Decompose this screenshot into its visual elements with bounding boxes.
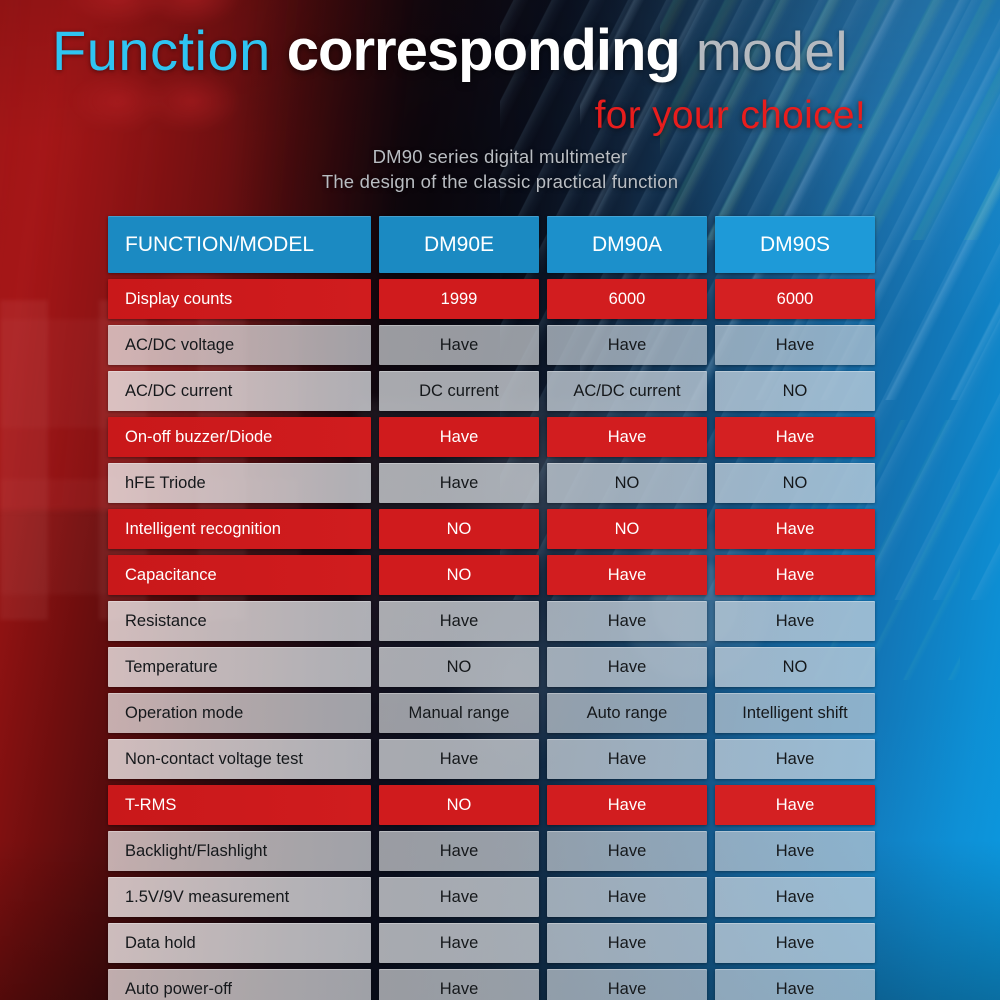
title-word-corresponding: corresponding <box>286 18 681 83</box>
table-row: Non-contact voltage test Have Have Have <box>108 739 877 779</box>
cell-value: Have <box>547 601 707 641</box>
cell-value: 6000 <box>547 279 707 319</box>
cell-value: NO <box>547 463 707 503</box>
table-row: Resistance Have Have Have <box>108 601 877 641</box>
table-row: Display counts 1999 6000 6000 <box>108 279 877 319</box>
tagline-row: for your choice! <box>0 96 866 135</box>
row-label: Capacitance <box>108 555 371 595</box>
page-title: Function corresponding model <box>52 22 952 80</box>
table-row: T-RMS NO Have Have <box>108 785 877 825</box>
column-header-dm90s: DM90S <box>715 216 875 273</box>
cell-value: Have <box>715 785 875 825</box>
cell-value: Have <box>715 877 875 917</box>
cell-value: Have <box>715 923 875 963</box>
table-row: Backlight/Flashlight Have Have Have <box>108 831 877 871</box>
cell-value: Have <box>547 923 707 963</box>
cell-value: NO <box>715 647 875 687</box>
cell-value: Have <box>715 739 875 779</box>
row-label: AC/DC voltage <box>108 325 371 365</box>
subtitle-tagline2: The design of the classic practical func… <box>321 171 679 192</box>
table-body: Display counts 1999 6000 6000 AC/DC voltage H… <box>108 279 877 1000</box>
row-label: T-RMS <box>108 785 371 825</box>
function-comparison-table: FUNCTION/MODEL DM90E DM90A DM90S Display… <box>108 216 877 1000</box>
row-label: Auto power-off <box>108 969 371 1000</box>
cell-value: Have <box>379 463 539 503</box>
cell-value: 6000 <box>715 279 875 319</box>
row-label: Operation mode <box>108 693 371 733</box>
cell-value: NO <box>547 509 707 549</box>
cell-value: Have <box>547 785 707 825</box>
title-word-function: Function <box>52 19 271 82</box>
column-header-dm90e: DM90E <box>379 216 539 273</box>
cell-value: Have <box>715 601 875 641</box>
cell-value: Have <box>547 647 707 687</box>
column-header-dm90a: DM90A <box>547 216 707 273</box>
table-row: hFE Triode Have NO NO <box>108 463 877 503</box>
cell-value: Have <box>715 509 875 549</box>
cell-value: Intelligent shift <box>715 693 875 733</box>
table-row: AC/DC current DC current AC/DC current NO <box>108 371 877 411</box>
cell-value: Have <box>379 739 539 779</box>
table-row: Temperature NO Have NO <box>108 647 877 687</box>
column-header-function: FUNCTION/MODEL <box>108 216 371 273</box>
subtitle-series: DM90 series digital multimeter <box>372 146 628 167</box>
cell-value: Have <box>715 325 875 365</box>
row-label: Non-contact voltage test <box>108 739 371 779</box>
table-row: AC/DC voltage Have Have Have <box>108 325 877 365</box>
cell-value: Have <box>379 969 539 1000</box>
table-row: Capacitance NO Have Have <box>108 555 877 595</box>
cell-value: NO <box>379 509 539 549</box>
cell-value: Have <box>715 417 875 457</box>
cell-value: Have <box>547 969 707 1000</box>
row-label: 1.5V/9V measurement <box>108 877 371 917</box>
row-label: On-off buzzer/Diode <box>108 417 371 457</box>
cell-value: Have <box>379 417 539 457</box>
row-label: Resistance <box>108 601 371 641</box>
cell-value: NO <box>715 463 875 503</box>
table-header-row: FUNCTION/MODEL DM90E DM90A DM90S <box>108 216 877 273</box>
cell-value: NO <box>379 647 539 687</box>
table-row: Auto power-off Have Have Have <box>108 969 877 1000</box>
cell-value: Auto range <box>547 693 707 733</box>
cell-value: AC/DC current <box>547 371 707 411</box>
row-label: AC/DC current <box>108 371 371 411</box>
cell-value: Have <box>547 417 707 457</box>
cell-value: Have <box>547 325 707 365</box>
table-row: Data hold Have Have Have <box>108 923 877 963</box>
cell-value: Have <box>547 739 707 779</box>
tagline: for your choice! <box>594 94 866 137</box>
table-row: 1.5V/9V measurement Have Have Have <box>108 877 877 917</box>
row-label: hFE Triode <box>108 463 371 503</box>
row-label: Display counts <box>108 279 371 319</box>
row-label: Temperature <box>108 647 371 687</box>
cell-value: Have <box>547 877 707 917</box>
row-label: Backlight/Flashlight <box>108 831 371 871</box>
table-row: On-off buzzer/Diode Have Have Have <box>108 417 877 457</box>
cell-value: Have <box>547 831 707 871</box>
title-word-model: model <box>695 20 849 82</box>
cell-value: Have <box>715 831 875 871</box>
row-label: Data hold <box>108 923 371 963</box>
cell-value: Have <box>379 831 539 871</box>
cell-value: Have <box>379 325 539 365</box>
cell-value: Have <box>379 877 539 917</box>
table-row: Operation mode Manual range Auto range Inte… <box>108 693 877 733</box>
cell-value: Have <box>715 969 875 1000</box>
cell-value: Have <box>547 555 707 595</box>
cell-value: Have <box>379 601 539 641</box>
cell-value: NO <box>379 555 539 595</box>
cell-value: Have <box>715 555 875 595</box>
cell-value: 1999 <box>379 279 539 319</box>
cell-value: NO <box>379 785 539 825</box>
cell-value: DC current <box>379 371 539 411</box>
cell-value: NO <box>715 371 875 411</box>
table-row: Intelligent recognition NO NO Have <box>108 509 877 549</box>
cell-value: Manual range <box>379 693 539 733</box>
row-label: Intelligent recognition <box>108 509 371 549</box>
cell-value: Have <box>379 923 539 963</box>
